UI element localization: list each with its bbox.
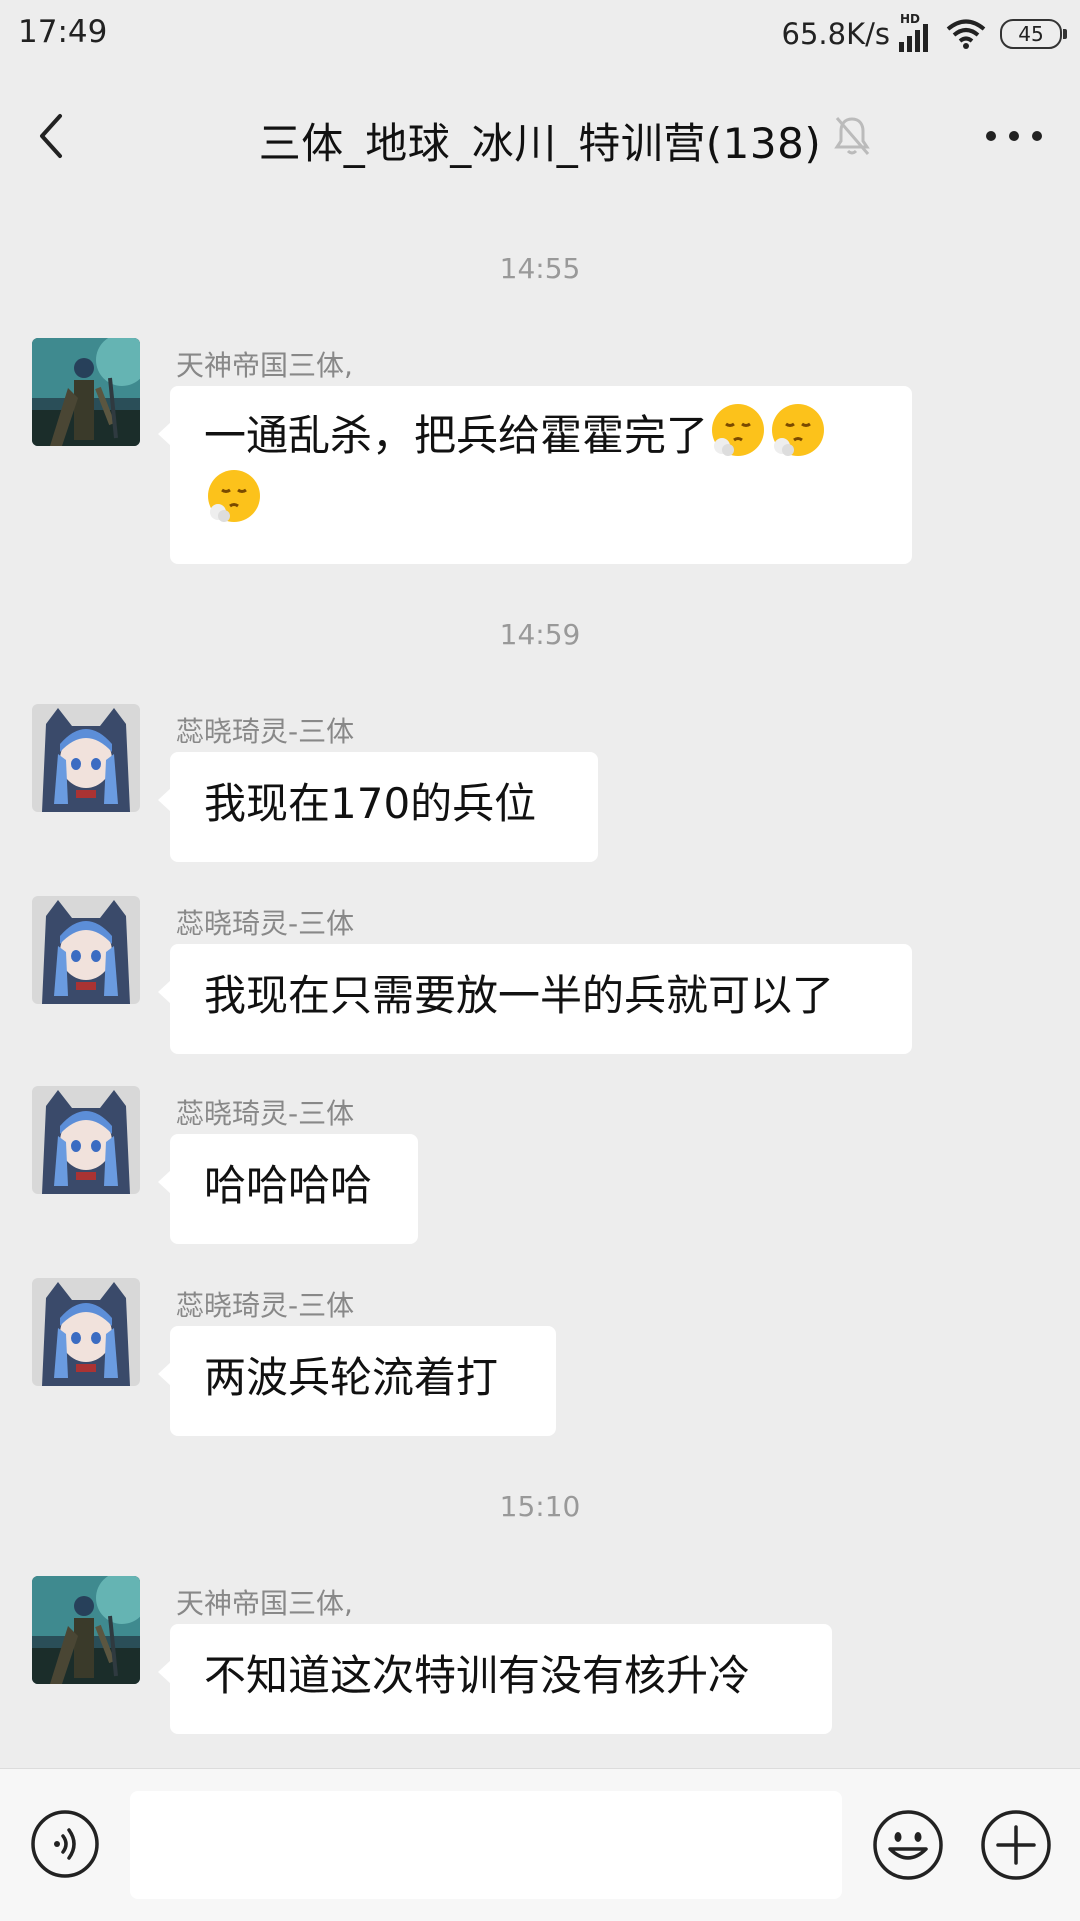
chat-title[interactable]: 三体_地球_冰川_特训营(138): [0, 110, 1080, 171]
message-bubble[interactable]: 我现在只需要放一半的兵就可以了: [158, 944, 912, 1054]
sighing-face-emoji: [772, 404, 825, 456]
sighing-face-emoji: [208, 470, 260, 522]
message-bubble[interactable]: 不知道这次特训有没有核升冷: [158, 1624, 832, 1734]
avatar[interactable]: [32, 1278, 140, 1386]
plus-icon[interactable]: [980, 1809, 1052, 1881]
timestamp: 15:10: [499, 1490, 581, 1523]
message-input[interactable]: [130, 1791, 842, 1899]
voice-input-icon[interactable]: [30, 1809, 100, 1879]
sender-name: 蕊晓琦灵-三体: [176, 1097, 355, 1130]
input-bar: [0, 1768, 1080, 1921]
message-text: 我现在只需要放一半的兵就可以了: [204, 971, 835, 1020]
sender-name: 蕊晓琦灵-三体: [176, 715, 355, 748]
message-text: 哈哈哈哈: [204, 1161, 373, 1210]
chat-header: 三体_地球_冰川_特训营(138): [0, 72, 1080, 200]
timestamp: 14:59: [499, 618, 581, 651]
network-speed: 65.8K/s: [781, 17, 890, 51]
message-text: 我现在170的兵位: [204, 779, 537, 828]
sender-name: 天神帝国三体,: [176, 349, 353, 382]
avatar[interactable]: [32, 896, 140, 1004]
message-bubble[interactable]: 一通乱杀，把兵给霍霍完了: [158, 386, 912, 564]
wifi-icon: [946, 19, 986, 49]
status-indicators: 65.8K/s HD 45: [781, 12, 1067, 54]
message-text: 不知道这次特训有没有核升冷: [204, 1651, 751, 1700]
message-text: 两波兵轮流着打: [204, 1353, 499, 1402]
timestamp: 14:55: [499, 252, 581, 285]
message-bubble[interactable]: 哈哈哈哈: [158, 1134, 418, 1244]
message-bubble[interactable]: 两波兵轮流着打: [158, 1326, 556, 1436]
avatar[interactable]: [32, 338, 140, 446]
avatar[interactable]: [32, 1576, 140, 1684]
more-options-icon[interactable]: [986, 124, 1042, 148]
avatar[interactable]: [32, 704, 140, 812]
avatar[interactable]: [32, 1086, 140, 1194]
sighing-face-emoji: [712, 404, 765, 456]
sender-name: 蕊晓琦灵-三体: [176, 1289, 355, 1322]
signal-icon: HD: [896, 12, 928, 52]
muted-bell-icon: [834, 117, 870, 155]
emoji-icon[interactable]: [872, 1809, 944, 1881]
status-time: 17:49: [18, 14, 108, 50]
sender-name: 蕊晓琦灵-三体: [176, 907, 355, 940]
message-text: 一通乱杀，把兵给霍霍完了: [204, 411, 709, 460]
network-type: HD: [900, 12, 921, 26]
sender-name: 天神帝国三体,: [176, 1587, 353, 1620]
status-bar: 17:49 65.8K/s HD 45: [0, 0, 1080, 72]
message-bubble[interactable]: 我现在170的兵位: [158, 752, 598, 862]
battery-indicator: 45: [1000, 19, 1067, 49]
